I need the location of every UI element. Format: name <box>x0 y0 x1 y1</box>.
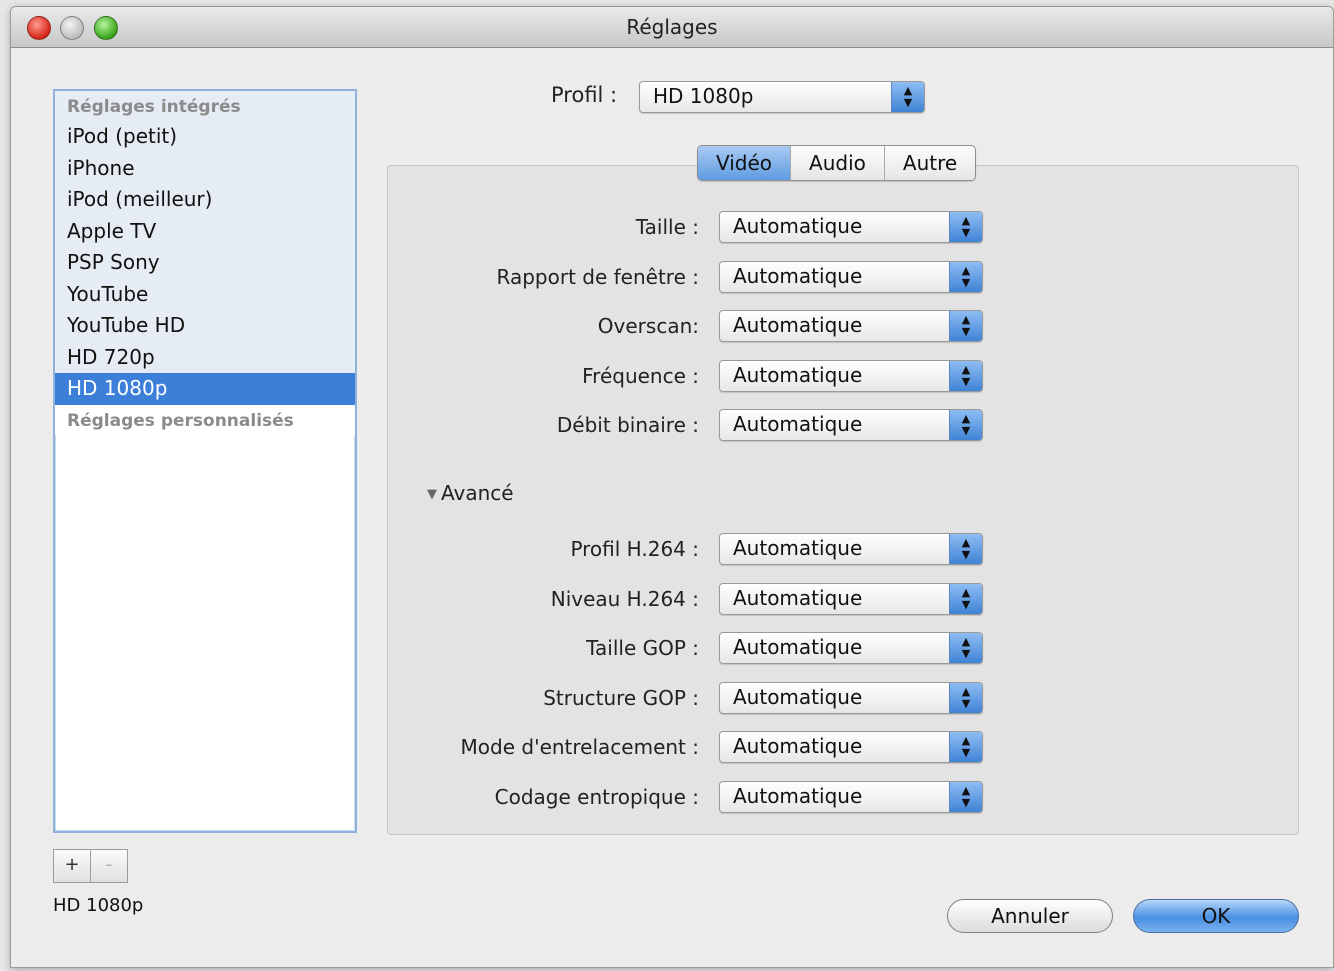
profil-h264-label: Profil H.264 : <box>570 537 699 561</box>
popup-arrows-icon: ▲ ▼ <box>949 311 982 341</box>
rapport-fenetre-label: Rapport de fenêtre : <box>496 265 699 289</box>
taille-gop-popup[interactable]: Automatique ▲ ▼ <box>719 632 983 664</box>
popup-value: Automatique <box>733 635 863 659</box>
overscan-label: Overscan: <box>597 314 699 338</box>
popup-arrows-icon: ▲ ▼ <box>949 782 982 812</box>
tab-autre[interactable]: Autre <box>883 146 976 180</box>
structure-gop-popup[interactable]: Automatique ▲ ▼ <box>719 682 983 714</box>
popup-value: Automatique <box>733 734 863 758</box>
popup-value: Automatique <box>733 363 863 387</box>
group-header-builtin: Réglages intégrés <box>55 91 355 121</box>
niveau-h264-popup[interactable]: Automatique ▲ ▼ <box>719 583 983 615</box>
taille-popup[interactable]: Automatique ▲ ▼ <box>719 211 983 243</box>
popup-value: Automatique <box>733 784 863 808</box>
overscan-popup[interactable]: Automatique ▲ ▼ <box>719 310 983 342</box>
preset-item[interactable]: iPhone <box>55 152 355 184</box>
popup-arrows-icon: ▲ ▼ <box>891 82 924 112</box>
disclosure-triangle-icon[interactable]: ▼ <box>427 487 437 502</box>
popup-arrows-icon: ▲ ▼ <box>949 633 982 663</box>
popup-value: Automatique <box>733 685 863 709</box>
preset-item[interactable]: YouTube <box>55 278 355 310</box>
tab-audio[interactable]: Audio <box>790 146 884 180</box>
popup-arrows-icon: ▲ ▼ <box>949 262 982 292</box>
popup-arrows-icon: ▲ ▼ <box>949 534 982 564</box>
tab-bar: Vidéo Audio Autre <box>697 145 977 181</box>
ok-button[interactable]: OK <box>1133 899 1299 933</box>
popup-value: Automatique <box>733 264 863 288</box>
popup-arrows-icon: ▲ ▼ <box>949 732 982 762</box>
profile-value: HD 1080p <box>653 84 754 108</box>
window-title: Réglages <box>626 15 718 39</box>
preset-item[interactable]: PSP Sony <box>55 247 355 279</box>
title-bar[interactable]: Réglages <box>11 7 1333 48</box>
codage-entropique-label: Codage entropique : <box>494 785 699 809</box>
popup-value: Automatique <box>733 586 863 610</box>
popup-arrows-icon: ▲ ▼ <box>949 212 982 242</box>
niveau-h264-label: Niveau H.264 : <box>550 587 699 611</box>
preset-item[interactable]: iPod (meilleur) <box>55 184 355 216</box>
popup-value: Automatique <box>733 536 863 560</box>
profile-label: Profil : <box>551 83 618 107</box>
preset-item[interactable]: YouTube HD <box>55 310 355 342</box>
group-header-custom: Réglages personnalisés <box>55 404 355 435</box>
taille-label: Taille : <box>635 215 699 239</box>
remove-preset-button[interactable]: - <box>90 849 128 883</box>
frequence-popup[interactable]: Automatique ▲ ▼ <box>719 360 983 392</box>
settings-window: Réglages Réglages intégrés iPod (petit) … <box>10 6 1334 968</box>
popup-arrows-icon: ▲ ▼ <box>949 683 982 713</box>
structure-gop-label: Structure GOP : <box>543 686 699 710</box>
tab-video[interactable]: Vidéo <box>698 146 791 180</box>
selected-preset-label: HD 1080p <box>53 895 144 916</box>
mode-entrelacement-label: Mode d'entrelacement : <box>460 735 699 759</box>
popup-arrows-icon: ▲ ▼ <box>949 410 982 440</box>
advanced-label: Avancé <box>441 481 514 505</box>
preset-item[interactable]: Apple TV <box>55 215 355 247</box>
popup-arrows-icon: ▲ ▼ <box>949 584 982 614</box>
popup-value: Automatique <box>733 412 863 436</box>
popup-arrows-icon: ▲ ▼ <box>949 361 982 391</box>
popup-value: Automatique <box>733 313 863 337</box>
codage-entropique-popup[interactable]: Automatique ▲ ▼ <box>719 781 983 813</box>
popup-value: Automatique <box>733 214 863 238</box>
profil-h264-popup[interactable]: Automatique ▲ ▼ <box>719 533 983 565</box>
presets-list[interactable]: Réglages intégrés iPod (petit) iPhone iP… <box>53 89 357 833</box>
profile-popup[interactable]: HD 1080p ▲ ▼ <box>639 81 925 113</box>
mode-entrelacement-popup[interactable]: Automatique ▲ ▼ <box>719 731 983 763</box>
frequence-label: Fréquence : <box>582 364 699 388</box>
add-preset-button[interactable]: + <box>53 849 91 883</box>
cancel-button[interactable]: Annuler <box>947 899 1113 933</box>
preset-item[interactable]: HD 720p <box>55 341 355 373</box>
advanced-disclosure[interactable]: ▼ Avancé <box>427 481 514 505</box>
debit-binaire-label: Débit binaire : <box>556 413 699 437</box>
taille-gop-label: Taille GOP : <box>586 636 699 660</box>
debit-binaire-popup[interactable]: Automatique ▲ ▼ <box>719 409 983 441</box>
preset-item-selected[interactable]: HD 1080p <box>55 373 355 405</box>
rapport-fenetre-popup[interactable]: Automatique ▲ ▼ <box>719 261 983 293</box>
preset-item[interactable]: iPod (petit) <box>55 121 355 153</box>
